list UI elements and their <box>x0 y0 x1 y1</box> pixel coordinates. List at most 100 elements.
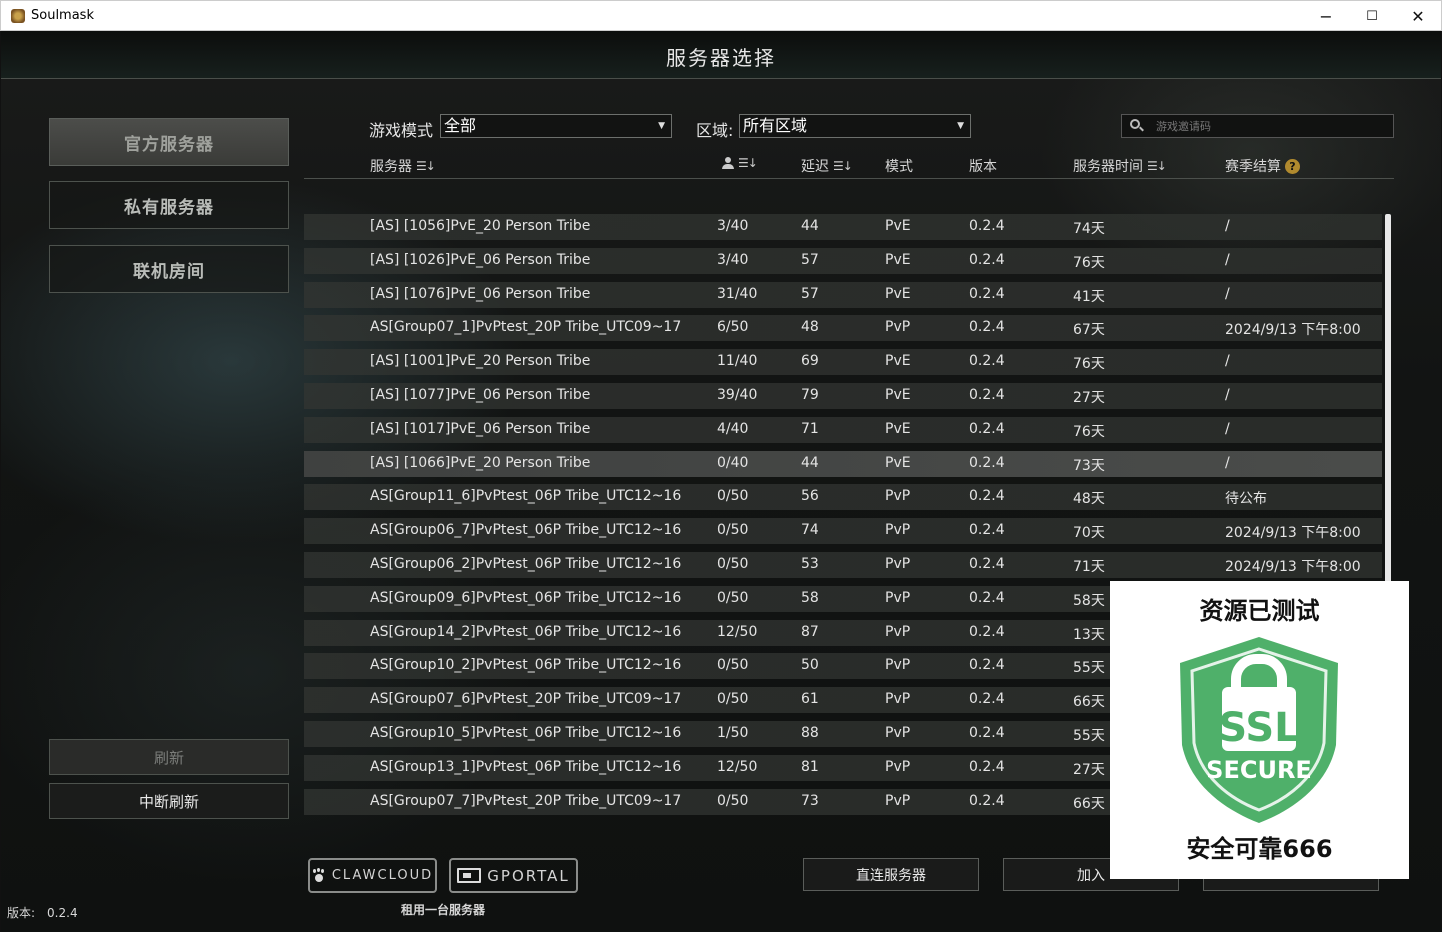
server-time-value: 48天 <box>1073 491 1105 508</box>
close-button[interactable]: ✕ <box>1395 1 1441 31</box>
mode-value: PvE <box>885 420 911 437</box>
maximize-button[interactable]: ☐ <box>1349 1 1395 31</box>
help-icon[interactable]: ? <box>1285 158 1300 174</box>
server-name: AS[Group07_1]PvPtest_20P Tribe_UTC09~17 <box>370 319 682 336</box>
version-value: 0.2.4 <box>969 319 1005 336</box>
server-row[interactable]: AS[Group11_6]PvPtest_06P Tribe_UTC12~16 0… <box>304 484 1382 511</box>
ping-value: 53 <box>801 555 819 572</box>
clawcloud-sponsor-button[interactable]: CLAWCLOUD <box>308 858 437 893</box>
column-server[interactable]: 服务器 ☰↓ <box>370 156 436 176</box>
server-row[interactable]: [AS] [1076]PvE_06 Person Tribe 31/40 57 PvE… <box>304 281 1382 308</box>
server-time-value: 55天 <box>1073 727 1105 744</box>
player-count: 0/50 <box>717 522 749 539</box>
player-count: 3/40 <box>717 218 749 234</box>
column-season: 赛季结算 ? <box>1225 156 1300 176</box>
mode-value: PvP <box>885 792 911 809</box>
season-value: / <box>1225 218 1230 234</box>
season-value: / <box>1225 420 1230 437</box>
version-value: 0.2.4 <box>969 555 1005 572</box>
server-time-value: 58天 <box>1073 592 1105 609</box>
server-row[interactable]: [AS] [1017]PvE_06 Person Tribe 4/40 71 PvE 0… <box>304 416 1382 443</box>
sort-icon: ☰↓ <box>738 156 758 170</box>
version-value: 0.2.4 <box>969 353 1005 370</box>
mode-value: PvE <box>885 454 911 471</box>
search-icon <box>1130 119 1140 129</box>
column-players[interactable]: ☰↓ <box>722 156 758 170</box>
official-servers-tab[interactable]: 官方服务器 <box>49 118 289 166</box>
server-row[interactable]: [AS] [1001]PvE_20 Person Tribe 11/40 69 PvE… <box>304 349 1382 376</box>
column-server-time-label: 服务器时间 <box>1073 159 1143 175</box>
mode-value: PvE <box>885 285 911 302</box>
player-count: 12/50 <box>717 758 758 775</box>
version-value: 0.2.4 <box>969 420 1005 437</box>
server-row[interactable]: [AS] [1056]PvE_20 Person Tribe 3/40 44 PvE 0… <box>304 214 1382 240</box>
version-value: 0.2.4 <box>969 522 1005 539</box>
game-mode-value: 全部 <box>444 116 477 135</box>
ping-value: 73 <box>801 792 819 809</box>
server-time-value: 76天 <box>1073 356 1105 373</box>
ping-value: 58 <box>801 589 819 606</box>
invite-code-search[interactable] <box>1121 114 1394 138</box>
server-time-value: 27天 <box>1073 389 1105 406</box>
server-name: [AS] [1017]PvE_06 Person Tribe <box>370 420 591 437</box>
gportal-sponsor-button[interactable]: GPORTAL <box>449 858 578 893</box>
ping-value: 74 <box>801 522 819 539</box>
column-server-time[interactable]: 服务器时间 ☰↓ <box>1073 156 1167 176</box>
version-info: 版本: 0.2.4 <box>7 904 78 921</box>
ping-value: 69 <box>801 353 819 370</box>
region-value: 所有区域 <box>743 116 808 135</box>
server-time-value: 41天 <box>1073 288 1105 305</box>
ping-value: 44 <box>801 218 819 234</box>
server-time-value: 67天 <box>1073 322 1105 339</box>
server-name: AS[Group10_2]PvPtest_06P Tribe_UTC12~16 <box>370 657 682 674</box>
column-version-label: 版本 <box>969 159 997 175</box>
server-name: AS[Group11_6]PvPtest_06P Tribe_UTC12~16 <box>370 488 682 505</box>
ping-value: 57 <box>801 251 819 268</box>
server-name: AS[Group06_7]PvPtest_06P Tribe_UTC12~16 <box>370 522 682 539</box>
server-time-value: 55天 <box>1073 660 1105 677</box>
mode-value: PvP <box>885 522 911 539</box>
private-servers-tab[interactable]: 私有服务器 <box>49 181 289 229</box>
server-row[interactable]: [AS] [1077]PvE_06 Person Tribe 39/40 79 PvE… <box>304 382 1382 409</box>
app-icon <box>11 8 25 23</box>
minimize-button[interactable]: − <box>1303 1 1349 31</box>
server-row[interactable]: AS[Group07_1]PvPtest_20P Tribe_UTC09~17 6… <box>304 315 1382 342</box>
server-row[interactable]: AS[Group06_2]PvPtest_06P Tribe_UTC12~16 0… <box>304 551 1382 578</box>
server-name: AS[Group14_2]PvPtest_06P Tribe_UTC12~16 <box>370 623 682 640</box>
server-row[interactable]: [AS] [1026]PvE_06 Person Tribe 3/40 57 PvE 0… <box>304 247 1382 274</box>
server-name: AS[Group07_6]PvPtest_20P Tribe_UTC09~17 <box>370 691 682 708</box>
mode-value: PvP <box>885 758 911 775</box>
direct-connect-button[interactable]: 直连服务器 <box>803 858 979 891</box>
mode-value: PvE <box>885 353 911 370</box>
column-ping[interactable]: 延迟 ☰↓ <box>801 156 853 176</box>
mode-value: PvP <box>885 319 911 336</box>
game-mode-select[interactable]: 全部 ▼ <box>440 114 672 138</box>
version-value: 0.2.4 <box>969 792 1005 809</box>
region-select[interactable]: 所有区域 ▼ <box>739 114 971 138</box>
player-count: 39/40 <box>717 386 758 403</box>
server-row[interactable]: AS[Group06_7]PvPtest_06P Tribe_UTC12~16 0… <box>304 518 1382 545</box>
mode-value: PvP <box>885 555 911 572</box>
player-count: 3/40 <box>717 251 749 268</box>
header-divider <box>304 178 1394 179</box>
stop-refresh-button[interactable]: 中断刷新 <box>49 783 289 819</box>
player-count: 0/50 <box>717 589 749 606</box>
mode-value: PvP <box>885 691 911 708</box>
ping-value: 57 <box>801 285 819 302</box>
version-value: 0.2.4 <box>47 906 78 920</box>
version-value: 0.2.4 <box>969 758 1005 775</box>
chevron-down-icon: ▼ <box>957 121 964 131</box>
server-row[interactable]: [AS] [1066]PvE_20 Person Tribe 0/40 44 PvE 0… <box>304 450 1382 477</box>
lan-rooms-tab[interactable]: 联机房间 <box>49 245 289 293</box>
column-version: 版本 <box>969 156 997 176</box>
sort-icon: ☰↓ <box>1147 159 1167 173</box>
season-value: 2024/9/13 下午8:00 <box>1225 322 1361 339</box>
ssl-text: SSL <box>1218 705 1299 751</box>
search-input[interactable] <box>1156 117 1386 135</box>
server-name: [AS] [1077]PvE_06 Person Tribe <box>370 386 591 403</box>
player-count: 1/50 <box>717 724 749 741</box>
version-value: 0.2.4 <box>969 724 1005 741</box>
player-count: 11/40 <box>717 353 758 370</box>
sort-icon: ☰↓ <box>833 159 853 173</box>
refresh-button[interactable]: 刷新 <box>49 739 289 775</box>
